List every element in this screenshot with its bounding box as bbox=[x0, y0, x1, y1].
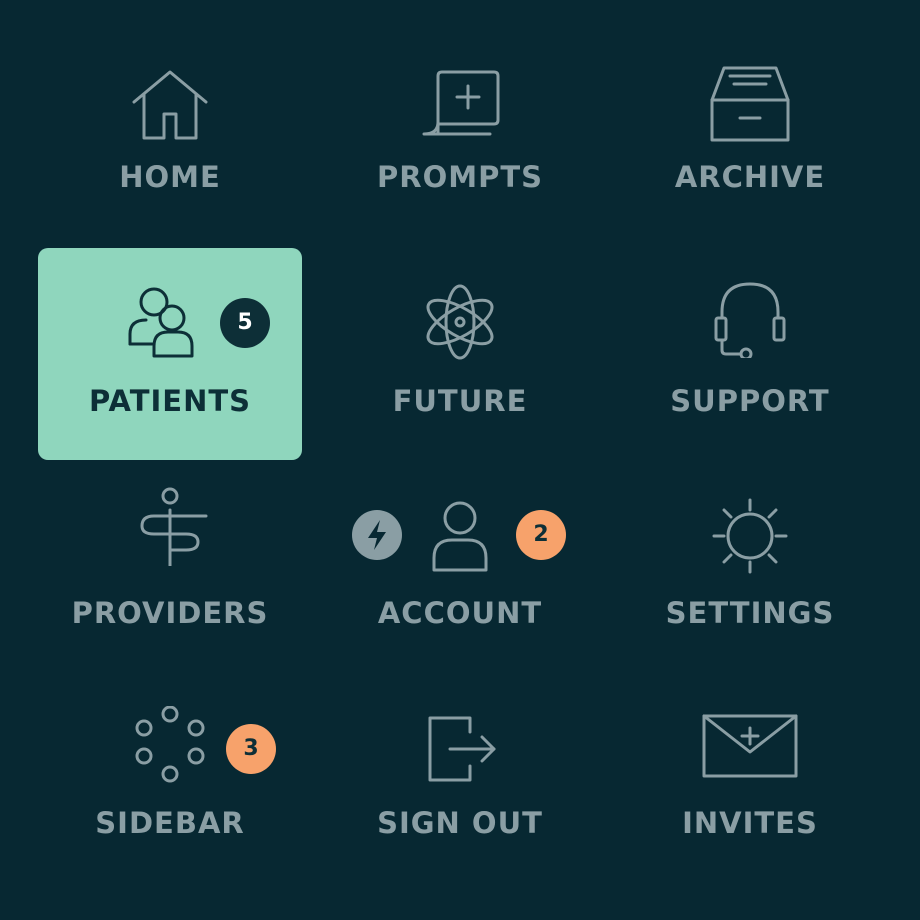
menu-item-providers[interactable]: PROVIDERS bbox=[38, 462, 302, 674]
sign-out-icon bbox=[420, 708, 500, 788]
menu-label-support: SUPPORT bbox=[670, 384, 830, 418]
menu-grid: HOME PROMPTS ARCHIVE 5 PATIENTS FUTURE S… bbox=[0, 0, 920, 920]
headset-icon bbox=[710, 278, 790, 358]
menu-item-account[interactable]: 2 ACCOUNT bbox=[328, 462, 592, 674]
menu-label-prompts: PROMPTS bbox=[376, 160, 544, 194]
menu-item-patients[interactable]: 5 PATIENTS bbox=[38, 248, 302, 460]
signpost-icon bbox=[130, 486, 210, 566]
menu-label-patients: PATIENTS bbox=[88, 384, 252, 418]
menu-label-sidebar: SIDEBAR bbox=[95, 806, 245, 840]
menu-label-providers: PROVIDERS bbox=[71, 596, 269, 630]
menu-item-invites[interactable]: INVITES bbox=[618, 676, 882, 888]
menu-item-sidebar[interactable]: 3 SIDEBAR bbox=[38, 676, 302, 888]
menu-label-sign-out: SIGN OUT bbox=[377, 806, 543, 840]
user-icon bbox=[420, 496, 500, 576]
account-badge: 2 bbox=[516, 510, 566, 560]
menu-item-support[interactable]: SUPPORT bbox=[618, 248, 882, 460]
dots-circle-icon bbox=[130, 706, 210, 786]
menu-label-invites: INVITES bbox=[682, 806, 818, 840]
menu-item-prompts[interactable]: PROMPTS bbox=[328, 34, 592, 246]
archive-box-icon bbox=[710, 62, 790, 142]
menu-item-settings[interactable]: SETTINGS bbox=[618, 462, 882, 674]
home-icon bbox=[130, 62, 210, 142]
sidebar-badge: 3 bbox=[226, 724, 276, 774]
menu-label-account: ACCOUNT bbox=[377, 596, 543, 630]
menu-item-sign-out[interactable]: SIGN OUT bbox=[328, 676, 592, 888]
menu-label-archive: ARCHIVE bbox=[674, 160, 826, 194]
prompt-add-icon bbox=[420, 62, 500, 142]
menu-label-settings: SETTINGS bbox=[665, 596, 835, 630]
menu-label-future: FUTURE bbox=[392, 384, 528, 418]
menu-label-home: HOME bbox=[119, 160, 221, 194]
patients-badge: 5 bbox=[220, 298, 270, 348]
users-icon bbox=[124, 282, 204, 362]
menu-item-home[interactable]: HOME bbox=[38, 34, 302, 246]
atom-icon bbox=[420, 282, 500, 362]
envelope-plus-icon bbox=[702, 706, 798, 786]
sun-gear-icon bbox=[710, 496, 790, 576]
menu-item-archive[interactable]: ARCHIVE bbox=[618, 34, 882, 246]
menu-item-future[interactable]: FUTURE bbox=[328, 248, 592, 460]
lightning-icon bbox=[352, 510, 402, 560]
